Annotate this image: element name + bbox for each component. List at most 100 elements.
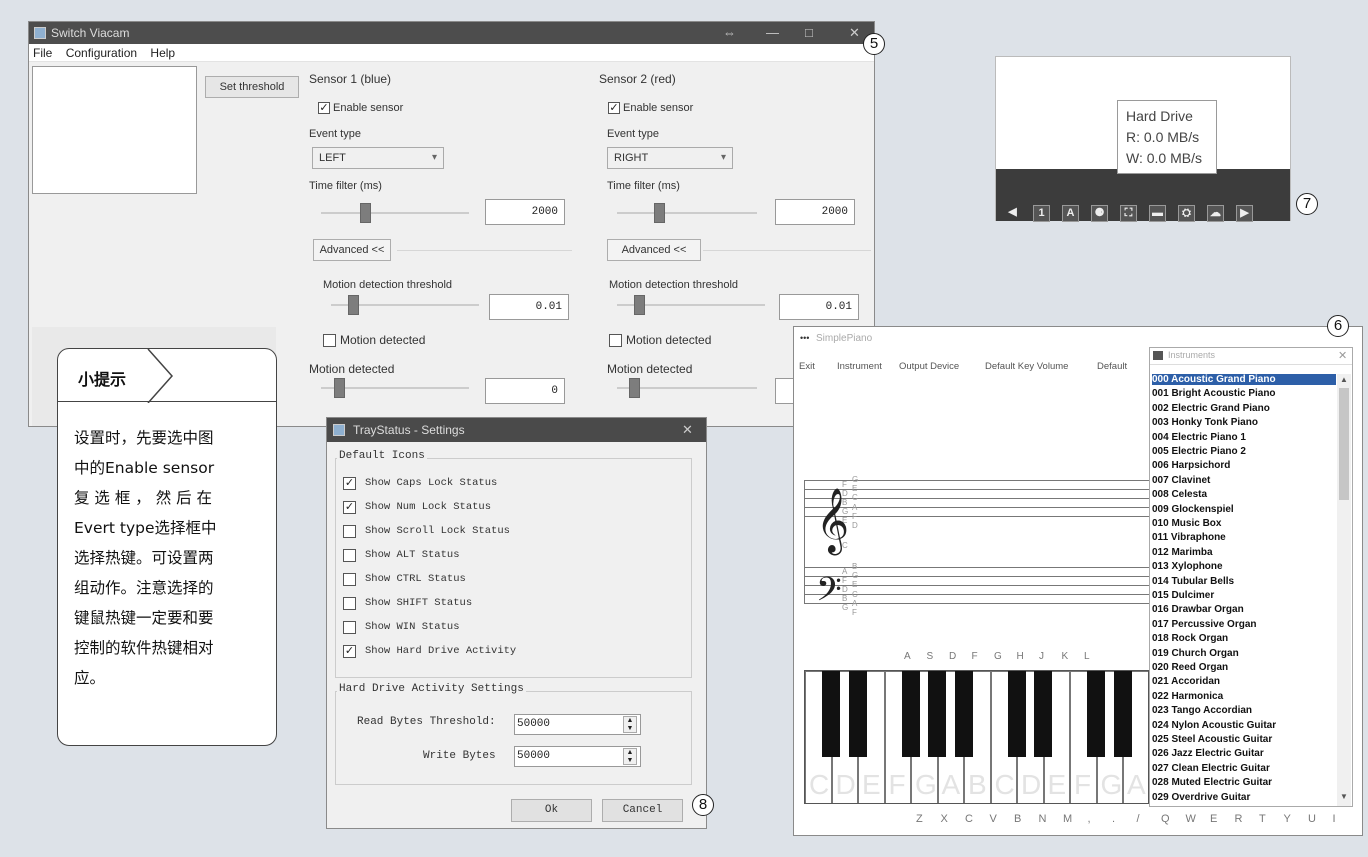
instruments-scrollbar[interactable]: ▲ ▼ bbox=[1337, 374, 1351, 806]
option-row[interactable]: Show Scroll Lock Status bbox=[343, 523, 673, 541]
instrument-item[interactable]: 019 Church Organ bbox=[1152, 648, 1336, 659]
option-row[interactable]: ✓ Show Hard Drive Activity bbox=[343, 643, 673, 661]
caps-lock-icon[interactable]: A bbox=[1062, 205, 1079, 222]
piano-menu-item[interactable]: Exit bbox=[799, 361, 815, 372]
instrument-item[interactable]: 013 Xylophone bbox=[1152, 561, 1336, 572]
hard-drive-icon[interactable]: ⚈ bbox=[1091, 205, 1108, 222]
option-row[interactable]: ✓ Show Num Lock Status bbox=[343, 499, 673, 517]
option-checkbox[interactable]: ✓ bbox=[343, 645, 356, 658]
time-filter-slider[interactable] bbox=[654, 203, 665, 223]
time-filter-input[interactable]: 2000 bbox=[775, 199, 855, 225]
instruments-list[interactable]: 000 Acoustic Grand Piano 001 Bright Acous… bbox=[1150, 374, 1352, 806]
scroll-down-icon[interactable]: ▼ bbox=[1340, 792, 1348, 801]
instrument-item[interactable]: 029 Overdrive Guitar bbox=[1152, 792, 1336, 803]
minimize-button[interactable]: — bbox=[766, 22, 779, 44]
instrument-item[interactable]: 007 Clavinet bbox=[1152, 475, 1336, 486]
option-row[interactable]: Show CTRL Status bbox=[343, 571, 673, 589]
swap-icon[interactable]: ⇔ bbox=[723, 22, 736, 44]
terminal-icon[interactable]: ▶ bbox=[1236, 205, 1253, 222]
black-key[interactable] bbox=[928, 671, 946, 757]
cloud-icon[interactable]: ☁ bbox=[1207, 205, 1224, 222]
option-checkbox[interactable] bbox=[343, 597, 356, 610]
black-key[interactable] bbox=[1007, 671, 1026, 757]
instrument-item[interactable]: 020 Reed Organ bbox=[1152, 662, 1336, 673]
instrument-item[interactable]: 025 Steel Acoustic Guitar bbox=[1152, 734, 1336, 745]
piano-menu-item[interactable]: Instrument bbox=[837, 361, 882, 372]
instrument-item[interactable]: 021 Accoridan bbox=[1152, 676, 1336, 687]
option-checkbox[interactable] bbox=[343, 549, 356, 562]
instrument-item[interactable]: 028 Muted Electric Guitar bbox=[1152, 777, 1336, 788]
time-filter-input[interactable]: 2000 bbox=[485, 199, 565, 225]
set-threshold-button[interactable]: Set threshold bbox=[205, 76, 299, 98]
event-type-select[interactable]: LEFT ▾ bbox=[312, 147, 444, 169]
scroll-thumb[interactable] bbox=[1339, 388, 1349, 500]
read-threshold-input[interactable]: 50000 bbox=[514, 714, 641, 735]
scroll-up-icon[interactable]: ▲ bbox=[1340, 375, 1348, 384]
enable-sensor-checkbox[interactable]: ✓ bbox=[608, 102, 620, 114]
enable-sensor-checkbox[interactable]: ✓ bbox=[318, 102, 330, 114]
ok-button[interactable]: Ok bbox=[511, 799, 592, 822]
menu-file[interactable]: File bbox=[29, 44, 58, 60]
instrument-item-selected[interactable]: 000 Acoustic Grand Piano bbox=[1152, 374, 1336, 385]
black-key[interactable] bbox=[1113, 671, 1132, 757]
close-icon[interactable]: ✕ bbox=[1338, 349, 1347, 362]
option-row[interactable]: ✓ Show Caps Lock Status bbox=[343, 475, 673, 493]
instrument-item[interactable]: 002 Electric Grand Piano bbox=[1152, 403, 1336, 414]
advanced-button[interactable]: Advanced << bbox=[313, 239, 391, 261]
instrument-item[interactable]: 017 Percussive Organ bbox=[1152, 619, 1336, 630]
motion-threshold-input[interactable]: 0.01 bbox=[489, 294, 569, 320]
black-key[interactable] bbox=[822, 671, 840, 757]
option-checkbox[interactable]: ✓ bbox=[343, 501, 356, 514]
instrument-item[interactable]: 003 Honky Tonk Piano bbox=[1152, 417, 1336, 428]
network-icon[interactable]: ⛶ bbox=[1120, 205, 1137, 222]
advanced-button[interactable]: Advanced << bbox=[607, 239, 701, 261]
instrument-item[interactable]: 016 Drawbar Organ bbox=[1152, 604, 1336, 615]
black-key[interactable] bbox=[1087, 671, 1105, 757]
option-checkbox[interactable] bbox=[343, 621, 356, 634]
black-key[interactable] bbox=[1034, 671, 1052, 757]
instrument-item[interactable]: 027 Clean Electric Guitar bbox=[1152, 763, 1336, 774]
instrument-item[interactable]: 022 Harmonica bbox=[1152, 691, 1336, 702]
menu-configuration[interactable]: Configuration bbox=[62, 44, 143, 60]
instrument-item[interactable]: 008 Celesta bbox=[1152, 489, 1336, 500]
option-row[interactable]: Show ALT Status bbox=[343, 547, 673, 565]
menu-help[interactable]: Help bbox=[146, 44, 181, 60]
instrument-item[interactable]: 011 Vibraphone bbox=[1152, 532, 1336, 543]
motion-threshold-slider[interactable] bbox=[634, 295, 646, 315]
instrument-item[interactable]: 024 Nylon Acoustic Guitar bbox=[1152, 720, 1336, 731]
instrument-item[interactable]: 014 Tubular Bells bbox=[1152, 576, 1336, 587]
motion-threshold-slider[interactable] bbox=[348, 295, 360, 315]
instrument-item[interactable]: 023 Tango Accordian bbox=[1152, 705, 1336, 716]
motion-threshold-input[interactable]: 0.01 bbox=[779, 294, 859, 320]
option-row[interactable]: Show SHIFT Status bbox=[343, 595, 673, 613]
cancel-button[interactable]: Cancel bbox=[602, 799, 683, 822]
option-checkbox[interactable] bbox=[343, 573, 356, 586]
read-spin-button[interactable]: ▲ ▼ bbox=[623, 716, 637, 733]
instrument-item[interactable]: 001 Bright Acoustic Piano bbox=[1152, 388, 1336, 399]
black-key[interactable] bbox=[901, 671, 920, 757]
option-checkbox[interactable]: ✓ bbox=[343, 477, 356, 490]
motion-detected-checkbox[interactable] bbox=[609, 334, 622, 347]
black-key[interactable] bbox=[848, 671, 867, 757]
write-spin-button[interactable]: ▲ ▼ bbox=[623, 748, 637, 765]
chat-icon[interactable]: ▬ bbox=[1149, 205, 1166, 222]
option-checkbox[interactable] bbox=[343, 525, 356, 538]
num-lock-icon[interactable]: 1 bbox=[1033, 205, 1050, 222]
instrument-item[interactable]: 026 Jazz Electric Guitar bbox=[1152, 748, 1336, 759]
time-filter-slider[interactable] bbox=[360, 203, 372, 223]
instrument-item[interactable]: 010 Music Box bbox=[1152, 518, 1336, 529]
close-icon[interactable]: ✕ bbox=[682, 418, 693, 442]
instrument-item[interactable]: 009 Glockenspiel bbox=[1152, 504, 1336, 515]
write-bytes-input[interactable]: 50000 bbox=[514, 746, 641, 767]
option-row[interactable]: Show WIN Status bbox=[343, 619, 673, 637]
maximize-button[interactable]: □ bbox=[805, 22, 813, 44]
event-type-select[interactable]: RIGHT ▾ bbox=[607, 147, 733, 169]
instrument-item[interactable]: 005 Electric Piano 2 bbox=[1152, 446, 1336, 457]
motion-detected-checkbox[interactable] bbox=[323, 334, 336, 347]
close-button[interactable]: ✕ bbox=[849, 22, 860, 44]
black-key[interactable] bbox=[954, 671, 973, 757]
instrument-item[interactable]: 015 Dulcimer bbox=[1152, 590, 1336, 601]
instrument-item[interactable]: 018 Rock Organ bbox=[1152, 633, 1336, 644]
piano-menu-item[interactable]: Default Key Volume bbox=[985, 361, 1068, 372]
settings-icon[interactable]: ⛭ bbox=[1178, 205, 1195, 222]
